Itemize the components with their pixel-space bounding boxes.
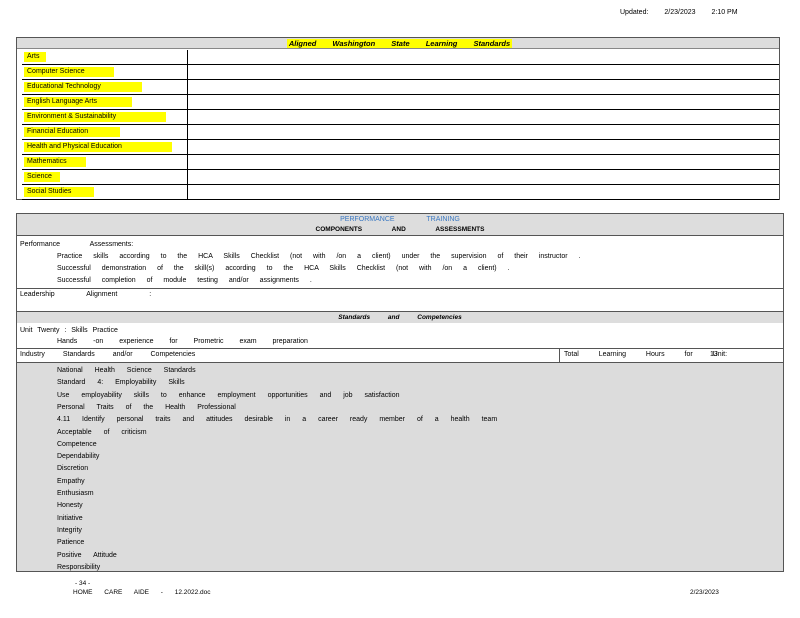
standards-title: Aligned Washington State Learning Standa… — [287, 39, 512, 48]
competency-item: Acceptable of criticism — [57, 428, 147, 436]
standards-row: Arts — [22, 50, 779, 65]
competency-item: Patience — [57, 539, 85, 547]
assessment-bullet-text: Practice skills according to the HCA Ski… — [57, 253, 581, 260]
standards-subject: Computer Science — [24, 67, 114, 77]
standards-table: Aligned Washington State Learning Standa… — [16, 37, 780, 200]
industry-standards-label: Industry Standards and/or Competencies — [20, 351, 196, 358]
updated-time: 2:10 PM — [711, 9, 738, 16]
footer-document-name: HOME CARE AIDE - 12.2022.doc — [73, 589, 211, 596]
updated-date: 2/23/2023 — [664, 9, 696, 16]
competency-item: Enthusiasm — [57, 490, 94, 497]
competency-item: Competence — [57, 440, 97, 448]
performance-assessments-label: Performance Assessments: — [20, 241, 134, 248]
updated-stamp: Updated: 2/23/2023 2:10 PM — [620, 9, 790, 16]
divider — [17, 348, 783, 349]
standards-competencies-band: Standards and Competencies — [17, 312, 783, 323]
competency-item: Discretion — [57, 465, 89, 473]
performance-header-line2: COMPONENTS AND ASSESSMENTS — [315, 226, 485, 233]
competency-item: Dependability — [57, 453, 100, 461]
competency-item: National Health Science Standards — [57, 367, 196, 374]
competency-item: Positive Attitude — [57, 551, 117, 559]
updated-label: Updated: — [620, 9, 649, 16]
competency-item: 4.11 Identify personal traits and attitu… — [57, 416, 498, 424]
competency-item: Personal Traits of the Health Profession… — [57, 403, 236, 411]
standards-row: Health and Physical Education — [22, 140, 779, 155]
competencies-panel: National Health Science Standards Standar… — [17, 362, 783, 571]
total-hours-value: 13 — [710, 351, 718, 358]
standards-subject: Environment & Sustainability — [24, 112, 166, 122]
standards-subject: Arts — [24, 52, 46, 62]
performance-section: PERFORMANCE TRAINING COMPONENTS AND ASSE… — [16, 213, 784, 572]
standards-row: Social Studies — [22, 185, 779, 200]
standards-row: Science — [22, 170, 779, 185]
standards-row: Financial Education — [22, 125, 779, 140]
standards-row: Mathematics — [22, 155, 779, 170]
assessment-bullet-text: Successful completion of module testing … — [57, 277, 312, 284]
standards-subject: Health and Physical Education — [24, 142, 172, 152]
competency-item: Empathy — [57, 477, 85, 485]
competency-item: Standard 4: Employability Skills — [57, 379, 185, 387]
standards-row: Computer Science — [22, 65, 779, 80]
total-hours-label: Total Learning Hours for Unit: — [564, 351, 728, 358]
competency-item: Responsibility — [57, 563, 101, 571]
footer-date: 2/23/2023 — [690, 589, 719, 596]
unit-title: Unit Twenty : Skills Practice — [20, 327, 118, 334]
standards-header: Aligned Washington State Learning Standa… — [17, 38, 779, 49]
performance-header-line1: PERFORMANCE TRAINING — [340, 216, 460, 223]
standards-subject: Mathematics — [24, 157, 86, 167]
hours-divider — [559, 348, 560, 362]
competency-item: Initiative — [57, 514, 83, 522]
standards-subject: Educational Technology — [24, 82, 142, 92]
standards-row: Educational Technology — [22, 80, 779, 95]
footer-page-number: - 34 - — [75, 580, 91, 587]
competency-item: Honesty — [57, 502, 83, 510]
competency-item: Integrity — [57, 526, 82, 534]
assessment-bullet-text: Successful demonstration of the skill(s)… — [57, 265, 510, 272]
standards-row: Environment & Sustainability — [22, 110, 779, 125]
leadership-alignment: Leadership Alignment : — [20, 291, 152, 298]
divider — [17, 288, 783, 289]
performance-header: PERFORMANCE TRAINING COMPONENTS AND ASSE… — [17, 214, 783, 236]
competency-item: Use employability skills to enhance empl… — [57, 391, 400, 399]
standards-subject: Science — [24, 172, 60, 182]
standards-subject: English Language Arts — [24, 97, 132, 107]
standards-row: English Language Arts — [22, 95, 779, 110]
standards-subject: Social Studies — [24, 187, 94, 197]
standards-subject: Financial Education — [24, 127, 120, 137]
unit-bullet-text: Hands -on experience for Prometric exam … — [57, 338, 308, 345]
